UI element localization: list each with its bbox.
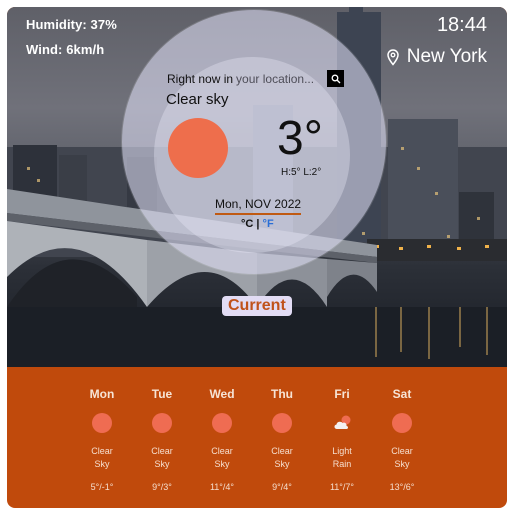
sun-icon [272,413,292,433]
high-low-temperature: H:5° L:2° [281,167,322,178]
city-name: New York [406,46,487,67]
forecast-temperature: 9°/4° [272,482,292,492]
forecast-description: Clear Sky [151,446,173,469]
forecast-description: Light Rain [332,446,352,469]
humidity-text: Humidity: 37% [26,17,117,32]
forecast-description: Clear Sky [91,446,113,469]
current-temperature: 3° [277,112,323,165]
current-button[interactable]: Current [222,296,292,316]
forecast-day-name: Wed [209,387,235,401]
sun-icon [92,413,112,433]
forecast-temperature: 9°/3° [152,482,172,492]
city-background: Humidity: 37% Wind: 6km/h 18:44 New York… [7,7,507,367]
search-label: Right now in [167,71,234,86]
forecast-strip: Mon Clear Sky 5°/-1° Tue Clear Sky 9°/3° W… [7,375,507,508]
forecast-temperature: 5°/-1° [90,482,114,492]
sun-icon [152,413,172,433]
current-date: Mon, NOV 2022 [215,197,302,215]
sun-icon [168,118,228,178]
forecast-temperature: 11°/4° [209,482,235,492]
cloud-sun-icon [332,413,352,433]
forecast-description: Clear Sky [391,446,413,469]
search-icon [331,74,341,83]
sun-icon [392,413,412,433]
location-display: New York [386,46,487,68]
forecast-temperature: 13°/6° [389,482,415,492]
unit-separator: | [256,218,260,230]
sun-icon [212,413,232,433]
unit-toggle: °C | °F [241,218,274,230]
location-search: Right now in [167,70,345,87]
fahrenheit-toggle[interactable]: °F [263,218,274,230]
forecast-day-name: Thu [271,387,293,401]
forecast-day-name: Tue [151,387,173,401]
search-button[interactable] [327,70,345,87]
forecast-description: Clear Sky [271,446,293,469]
search-input[interactable] [236,71,323,86]
forecast-day-name: Fri [334,387,350,401]
map-pin-icon [386,48,399,66]
forecast-temperature: 11°/7° [329,482,355,492]
wind-text: Wind: 6km/h [26,42,105,57]
celsius-toggle[interactable]: °C [241,218,253,230]
forecast-description: Clear Sky [211,446,233,469]
weather-card: Humidity: 37% Wind: 6km/h 18:44 New York… [7,7,507,508]
clock-time: 18:44 [436,14,487,36]
current-condition: Clear sky [166,91,229,108]
forecast-day-name: Mon [89,387,115,401]
forecast-day-name: Sat [392,387,412,401]
